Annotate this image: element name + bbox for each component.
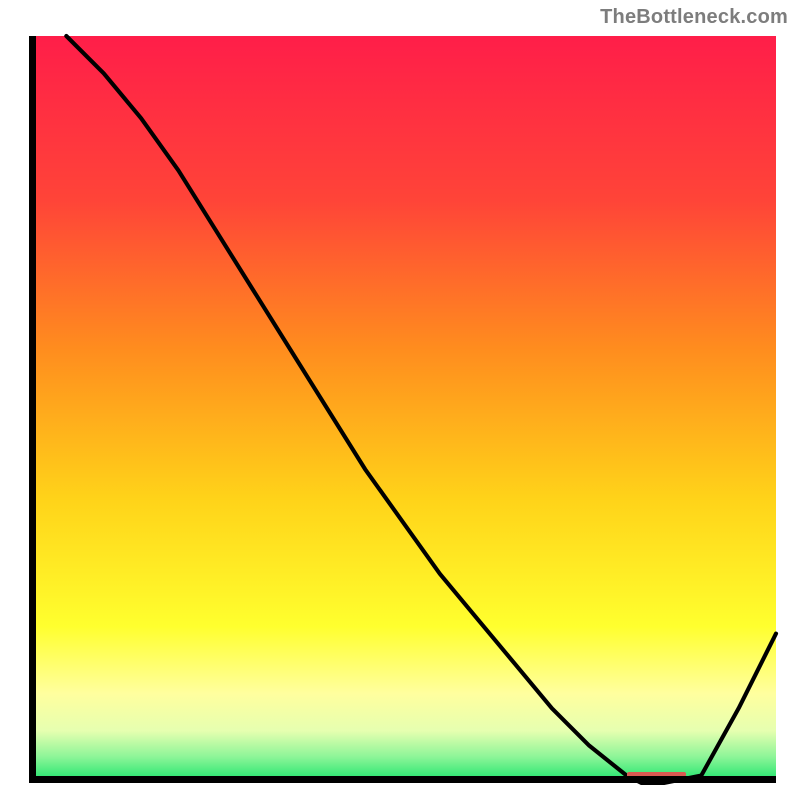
curve-path [66,36,776,783]
attribution-text: TheBottleneck.com [600,6,788,29]
optimum-marker [627,772,687,780]
bottleneck-curve [29,36,776,783]
plot-area [29,36,776,783]
chart-container: TheBottleneck.com [0,0,800,800]
